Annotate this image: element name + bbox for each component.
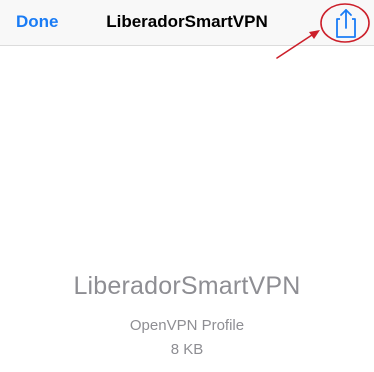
file-name: LiberadorSmartVPN bbox=[73, 272, 301, 300]
share-button[interactable] bbox=[330, 6, 362, 40]
navigation-bar: Done LiberadorSmartVPN bbox=[0, 0, 374, 46]
share-icon bbox=[336, 9, 356, 38]
file-size: 8 KB bbox=[170, 341, 204, 358]
page-title: LiberadorSmartVPN bbox=[106, 12, 268, 31]
file-type: OpenVPN Profile bbox=[129, 317, 245, 334]
file-preview-screen: Done LiberadorSmartVPN LiberadorSmartVPN… bbox=[0, 0, 374, 372]
